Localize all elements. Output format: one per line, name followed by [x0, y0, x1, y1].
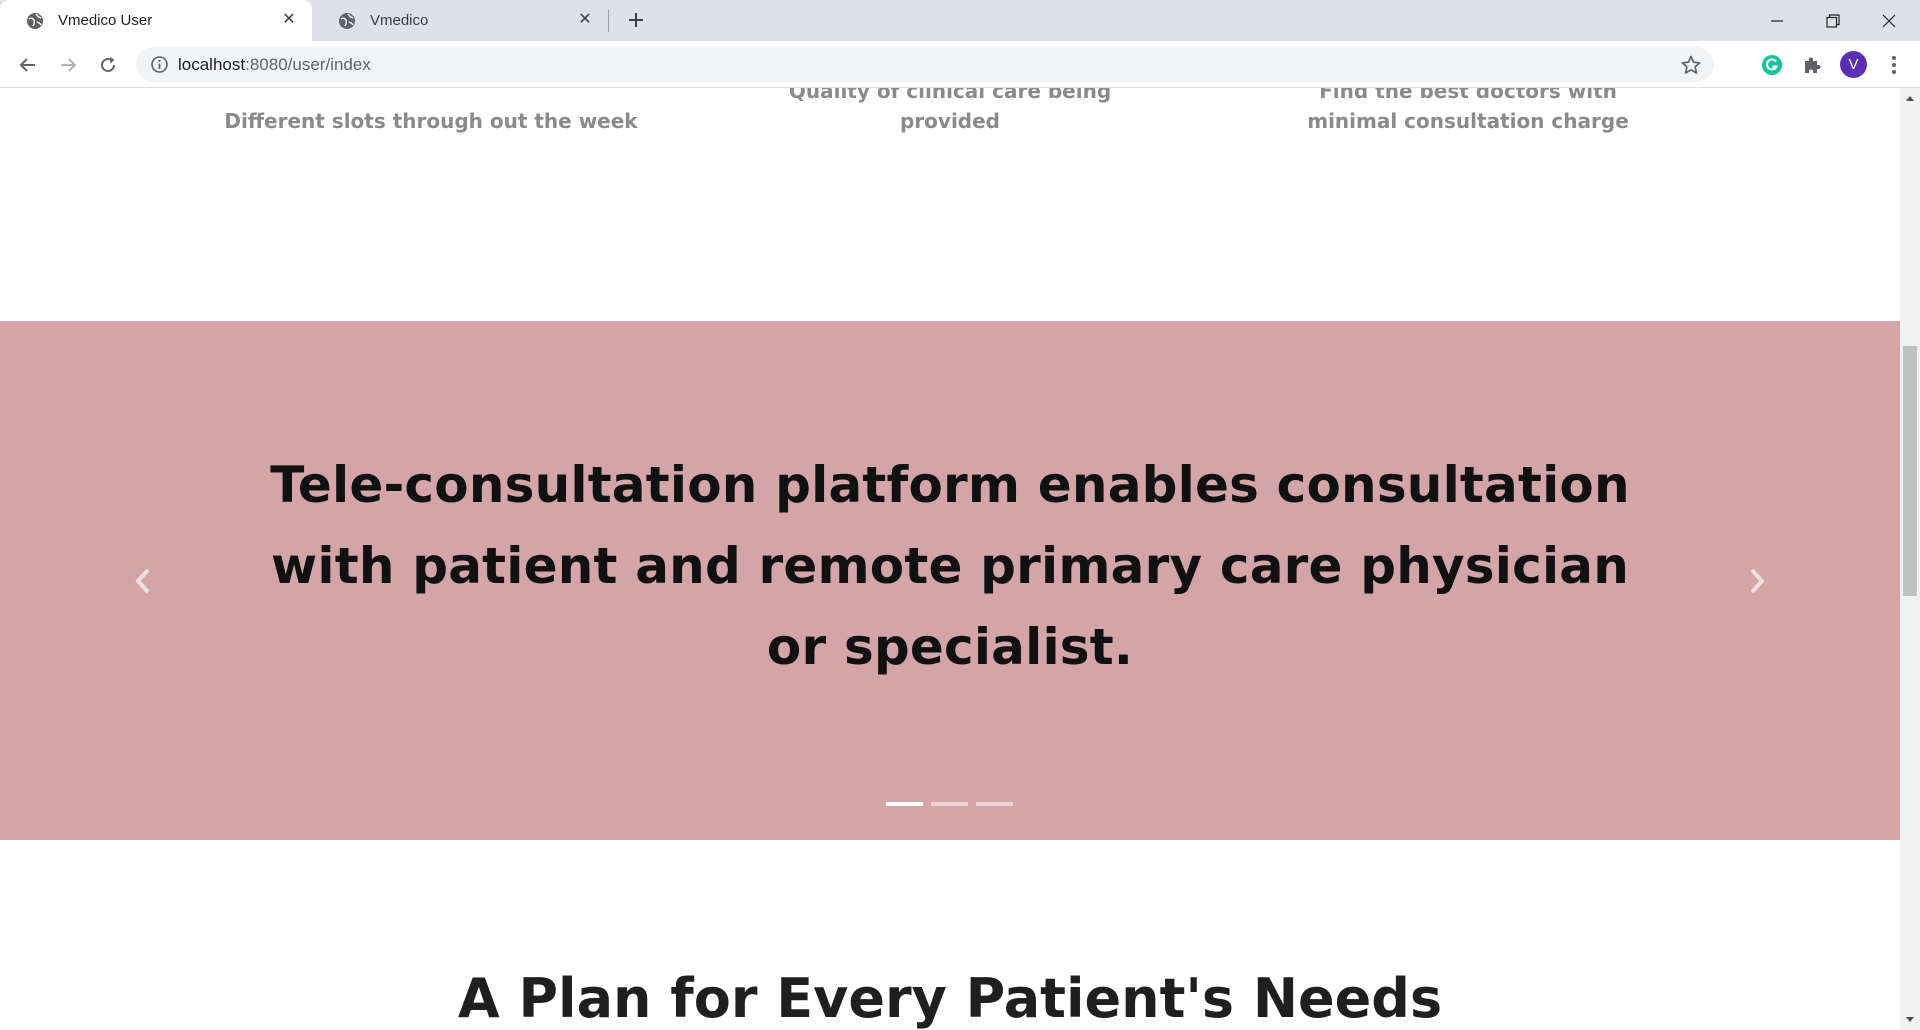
- close-window-button[interactable]: [1866, 0, 1912, 41]
- tab-title: Vmedico: [370, 12, 429, 29]
- plus-icon: [629, 13, 643, 27]
- browser-toolbar: localhost:8080/user/index: [0, 41, 1920, 88]
- chevron-left-icon: [135, 568, 150, 594]
- minimize-button[interactable]: [1754, 0, 1800, 41]
- page-scrollbar[interactable]: [1900, 88, 1920, 1030]
- carousel-indicator-1[interactable]: [886, 802, 923, 806]
- globe-icon: [27, 12, 43, 29]
- back-button[interactable]: [12, 49, 44, 81]
- url-host: localhost: [178, 55, 246, 74]
- forward-button[interactable]: [52, 49, 84, 81]
- hero-slide-text: Tele-consultation platform enables consu…: [270, 456, 1630, 676]
- page-viewport: · Different slots through out the week Q…: [0, 88, 1900, 1030]
- hero-carousel: Tele-consultation platform enables consu…: [0, 321, 1900, 840]
- url-text: localhost:8080/user/index: [178, 55, 371, 74]
- profile-avatar[interactable]: V: [1840, 51, 1867, 78]
- carousel-prev-button[interactable]: [128, 561, 158, 601]
- info-icon[interactable]: [150, 55, 169, 74]
- chevron-right-icon: [1750, 568, 1765, 594]
- feature-care-text-line1: Quality of clinical care being: [788, 88, 1112, 103]
- close-tab-icon[interactable]: ✕: [576, 11, 594, 29]
- bookmark-star-icon[interactable]: [1680, 54, 1702, 76]
- tab-vmedico-user[interactable]: Vmedico User ✕: [0, 0, 312, 41]
- reload-button[interactable]: [92, 49, 124, 81]
- tab-vmedico[interactable]: Vmedico ✕: [312, 0, 608, 41]
- feature-slots-title-fragment: ·: [327, 88, 340, 98]
- tab-separator: [608, 10, 609, 32]
- browser-menu-button[interactable]: [1882, 52, 1906, 78]
- scroll-up-arrow-icon[interactable]: [1906, 96, 1914, 101]
- feature-doctors-text-line2: minimal consultation charge: [1307, 109, 1629, 133]
- url-path: :8080/user/index: [245, 55, 371, 74]
- globe-icon: [339, 12, 355, 29]
- scrollbar-thumb[interactable]: [1903, 346, 1917, 596]
- restore-icon: [1826, 13, 1840, 28]
- close-tab-icon[interactable]: ✕: [280, 11, 298, 29]
- carousel-indicators: [886, 802, 1013, 806]
- feature-care-text-line2: provided: [899, 109, 1000, 133]
- minimize-icon: [1771, 19, 1783, 22]
- tab-title: Vmedico User: [58, 12, 153, 29]
- puzzle-icon: [1805, 57, 1821, 73]
- close-icon: [1882, 14, 1896, 27]
- plans-section-title: A Plan for Every Patient's Needs: [457, 967, 1443, 1030]
- feature-care-text: Quality of clinical care being provided: [740, 88, 1160, 136]
- feature-doctors-text-line1: Find the best doctors with: [1319, 88, 1617, 103]
- carousel-indicator-2[interactable]: [931, 802, 968, 806]
- scroll-down-arrow-icon[interactable]: [1906, 1017, 1914, 1022]
- forward-arrow-icon: [61, 58, 77, 72]
- carousel-indicator-3[interactable]: [976, 802, 1013, 806]
- reload-icon: [101, 57, 116, 73]
- feature-slots-text: Different slots through out the week: [224, 109, 638, 133]
- extensions-button[interactable]: [1800, 53, 1824, 77]
- new-tab-button[interactable]: [622, 6, 650, 34]
- carousel-next-button[interactable]: [1742, 561, 1772, 601]
- back-arrow-icon: [19, 58, 35, 72]
- grammarly-icon: [1762, 55, 1782, 75]
- address-bar[interactable]: localhost:8080/user/index: [136, 47, 1714, 82]
- grammarly-extension-button[interactable]: [1760, 53, 1784, 77]
- restore-button[interactable]: [1810, 0, 1856, 41]
- feature-doctors-text: Find the best doctors with minimal consu…: [1258, 88, 1678, 136]
- tab-strip: Vmedico User ✕ Vmedico ✕: [0, 0, 1920, 41]
